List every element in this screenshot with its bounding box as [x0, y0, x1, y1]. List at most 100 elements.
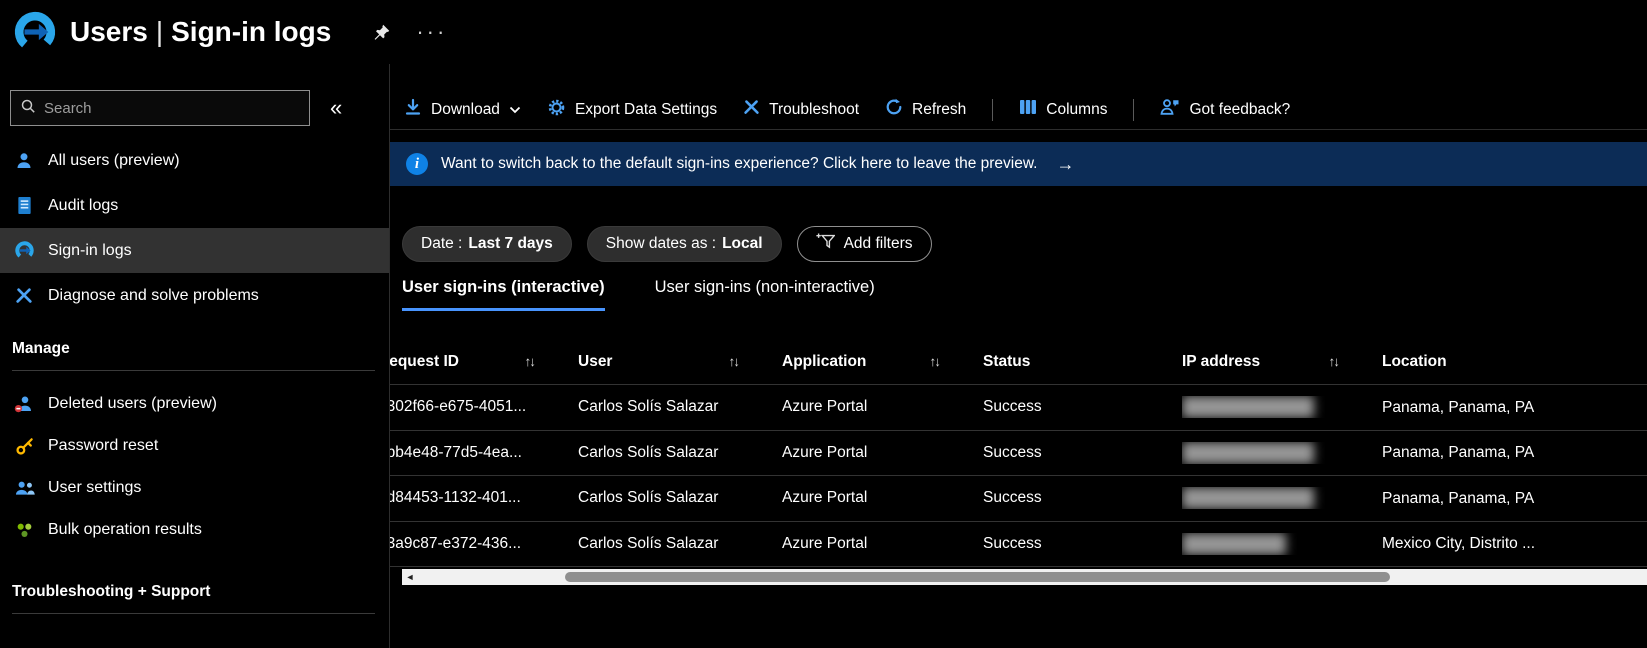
- request-id-cell: 03a9c87-e372-436...: [390, 535, 578, 553]
- sidebar-manage-nav: Deleted users (preview) Password reset U…: [0, 383, 389, 551]
- request-id-cell: 4bb4e48-77d5-4ea...: [390, 444, 578, 462]
- columns-button[interactable]: Columns: [1019, 99, 1107, 120]
- search-input[interactable]: [44, 99, 300, 117]
- horizontal-scrollbar[interactable]: ◄: [402, 569, 1647, 585]
- search-icon: [20, 98, 36, 119]
- diagnose-tools-icon: [12, 287, 36, 305]
- sidebar-item-label: Deleted users (preview): [48, 395, 217, 412]
- request-id: 0d84453-1132-401...: [390, 489, 521, 507]
- ip-cell: [1182, 441, 1382, 464]
- location-cell: Panama, Panama, PA: [1382, 444, 1535, 461]
- signin-logs-logo-icon: [12, 9, 58, 55]
- status-value: Success: [983, 443, 1042, 461]
- sidebar-item-bulk-operations[interactable]: Bulk operation results: [0, 509, 389, 551]
- command-bar: Download Export Data Settings Troublesho…: [390, 90, 1647, 130]
- sidebar-item-audit-logs[interactable]: Audit logs: [0, 183, 389, 228]
- column-header-location[interactable]: Location: [1382, 353, 1647, 371]
- toolbar-divider: [992, 98, 994, 121]
- page-header: Users | Sign-in logs ···: [0, 0, 1647, 64]
- application-cell: Azure Portal: [782, 535, 983, 553]
- sort-icon[interactable]: ↑↓: [729, 354, 740, 369]
- preview-switch-banner[interactable]: i Want to switch back to the default sig…: [390, 142, 1647, 186]
- download-button[interactable]: Download: [404, 98, 521, 121]
- status-cell: Success: [983, 489, 1182, 507]
- status-cell: Success: [983, 535, 1182, 553]
- application-name: Azure Portal: [782, 534, 868, 552]
- page-title-separator: |: [155, 16, 164, 47]
- user-cell: Carlos Solís Salazar: [578, 398, 782, 416]
- got-feedback-label: Got feedback?: [1189, 100, 1291, 118]
- sidebar-item-label: User settings: [48, 479, 142, 496]
- show-dates-filter-pill[interactable]: Show dates as : Local: [586, 226, 782, 262]
- sidebar-item-label: Password reset: [48, 437, 159, 454]
- column-header-request-id[interactable]: Request ID ↑↓: [390, 353, 578, 371]
- redacted-ip: [1182, 441, 1314, 464]
- user-name: Carlos Solís Salazar: [578, 489, 719, 507]
- status-value: Success: [983, 398, 1042, 416]
- scrollbar-thumb[interactable]: [565, 572, 1390, 582]
- show-dates-value: Local: [722, 235, 763, 252]
- sidebar-item-user-settings[interactable]: User settings: [0, 467, 389, 509]
- download-icon: [404, 98, 422, 121]
- sidebar-item-all-users[interactable]: All users (preview): [0, 138, 389, 183]
- add-filter-icon: [815, 233, 836, 255]
- column-label: Location: [1382, 352, 1447, 370]
- column-header-status[interactable]: Status: [983, 353, 1182, 371]
- ip-cell: [1182, 532, 1382, 555]
- column-label: Application: [782, 352, 867, 370]
- tab-interactive[interactable]: User sign-ins (interactive): [402, 278, 605, 311]
- column-header-ip[interactable]: IP address ↑↓: [1182, 353, 1382, 371]
- status-value: Success: [983, 534, 1042, 552]
- refresh-icon: [885, 98, 903, 121]
- column-header-user[interactable]: User ↑↓: [578, 353, 782, 371]
- tab-non-interactive[interactable]: User sign-ins (non-interactive): [655, 278, 875, 311]
- sidebar-item-label: All users (preview): [48, 151, 180, 169]
- banner-text: Want to switch back to the default sign-…: [441, 155, 1038, 172]
- download-label: Download: [431, 100, 500, 118]
- date-filter-pill[interactable]: Date : Last 7 days: [402, 226, 572, 262]
- more-options-icon[interactable]: ···: [416, 21, 447, 43]
- table-row[interactable]: 4bb4e48-77d5-4ea... Carlos Solís Salazar…: [390, 431, 1647, 476]
- pin-icon[interactable]: [373, 24, 390, 41]
- add-filters-pill[interactable]: Add filters: [796, 226, 932, 262]
- sidebar-collapse-button[interactable]: «: [330, 95, 342, 121]
- columns-icon: [1019, 99, 1037, 120]
- sort-icon[interactable]: ↑↓: [930, 354, 941, 369]
- column-header-application[interactable]: Application ↑↓: [782, 353, 983, 371]
- sidebar-item-sign-in-logs[interactable]: Sign-in logs: [0, 228, 389, 273]
- sort-icon[interactable]: ↑↓: [1329, 354, 1340, 369]
- sidebar-item-label: Diagnose and solve problems: [48, 286, 259, 304]
- sidebar-item-diagnose[interactable]: Diagnose and solve problems: [0, 273, 389, 318]
- scroll-left-icon[interactable]: ◄: [402, 572, 418, 582]
- columns-label: Columns: [1046, 100, 1108, 118]
- refresh-button[interactable]: Refresh: [885, 98, 966, 121]
- sidebar-item-password-reset[interactable]: Password reset: [0, 425, 389, 467]
- toolbar-divider: [1133, 98, 1135, 121]
- sidebar: « All users (preview): [0, 64, 390, 648]
- table-row[interactable]: 0d84453-1132-401... Carlos Solís Salazar…: [390, 476, 1647, 522]
- export-data-settings-button[interactable]: Export Data Settings: [547, 98, 717, 122]
- table-row[interactable]: 03a9c87-e372-436... Carlos Solís Salazar…: [390, 522, 1647, 567]
- column-label: IP address: [1182, 352, 1261, 370]
- application-name: Azure Portal: [782, 443, 868, 461]
- user-cell: Carlos Solís Salazar: [578, 535, 782, 553]
- application-name: Azure Portal: [782, 489, 868, 507]
- sidebar-section-support: Troubleshooting + Support: [12, 583, 375, 614]
- troubleshoot-tools-icon: [743, 99, 760, 121]
- sidebar-item-deleted-users[interactable]: Deleted users (preview): [0, 383, 389, 425]
- table-row[interactable]: 8302f66-e675-4051... Carlos Solís Salaza…: [390, 385, 1647, 431]
- request-id-cell: 0d84453-1132-401...: [390, 489, 578, 507]
- user-cell: Carlos Solís Salazar: [578, 489, 782, 507]
- sidebar-item-label: Sign-in logs: [48, 241, 132, 259]
- page-title-secondary: Sign-in logs: [171, 16, 332, 47]
- location-cell: Panama, Panama, PA: [1382, 489, 1535, 507]
- sidebar-search-row: «: [0, 90, 389, 126]
- table-header-row: Request ID ↑↓ User ↑↓ Application ↑↓ Sta…: [390, 339, 1647, 385]
- content-area: « All users (preview): [0, 64, 1647, 648]
- got-feedback-button[interactable]: Got feedback?: [1160, 98, 1290, 121]
- azure-portal-page: Users | Sign-in logs ··· Search « All us…: [0, 0, 1647, 648]
- redacted-ip: [1182, 396, 1314, 419]
- sort-icon[interactable]: ↑↓: [525, 354, 536, 369]
- troubleshoot-button[interactable]: Troubleshoot: [743, 99, 859, 121]
- refresh-label: Refresh: [912, 100, 967, 118]
